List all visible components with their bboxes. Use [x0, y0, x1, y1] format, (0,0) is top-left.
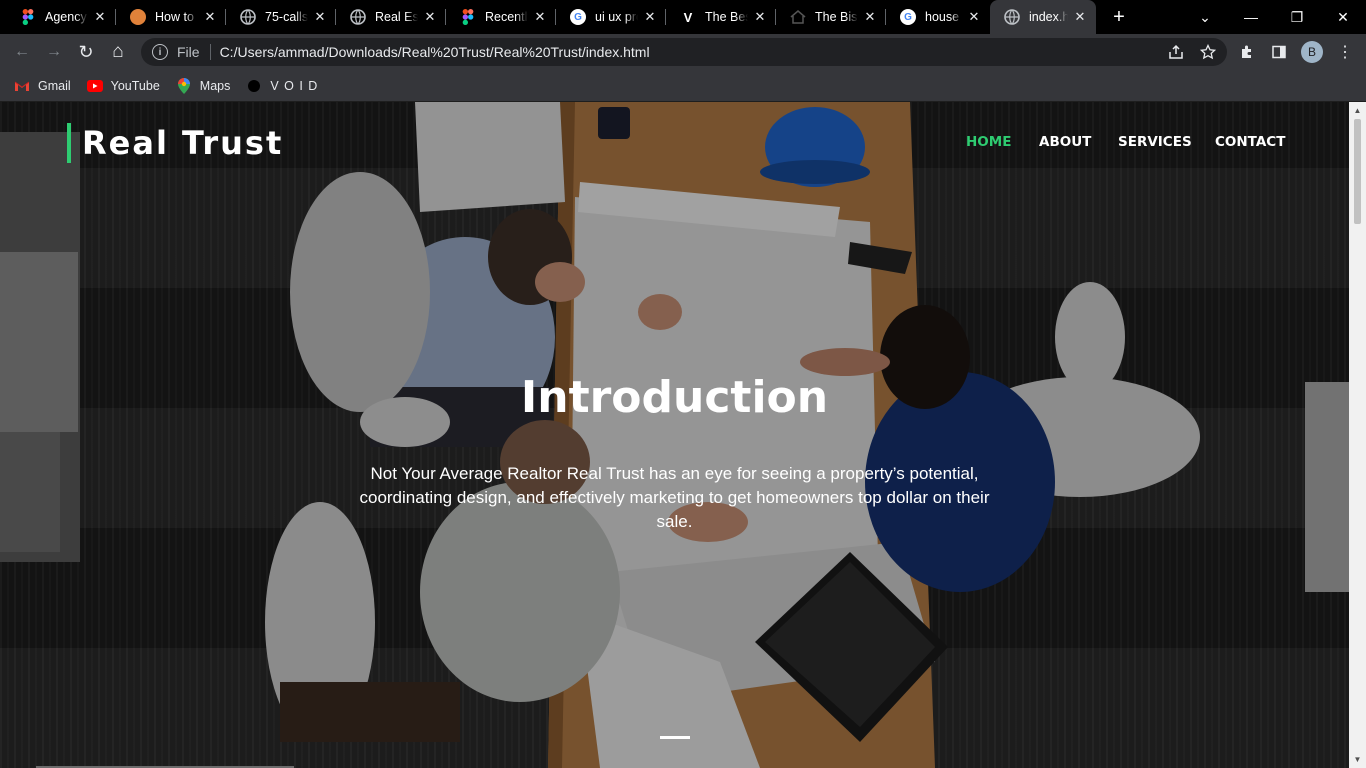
site-logo[interactable]: Real Trust	[67, 122, 283, 164]
hero-description: Not Your Average Realtor Real Trust has …	[359, 464, 990, 531]
globe-icon	[1004, 9, 1020, 25]
browser-tab[interactable]: Real Esta ✕	[336, 0, 446, 34]
dark-overlay	[0, 102, 1349, 768]
scroll-down-arrow-icon[interactable]: ▼	[1349, 751, 1366, 768]
browser-tab[interactable]: Recently ✕	[446, 0, 556, 34]
bookmark-label: Gmail	[38, 78, 71, 93]
forward-button[interactable]: →	[42, 40, 66, 64]
tab-title: The Best	[705, 10, 748, 24]
tab-title: ui ux pro	[595, 10, 638, 24]
browser-tab[interactable]: G ui ux pro ✕	[556, 0, 666, 34]
house-icon	[790, 9, 806, 25]
browser-tab[interactable]: V The Best ✕	[666, 0, 776, 34]
logo-text: Real Trust	[82, 124, 284, 162]
menu-dots-icon[interactable]: ⋮	[1333, 40, 1357, 64]
globe-icon	[350, 9, 366, 25]
page-scrollbar[interactable]: ▲ ▼	[1349, 102, 1366, 768]
figma-icon	[460, 9, 476, 25]
tab-close-icon[interactable]: ✕	[202, 9, 218, 25]
omnibox-divider	[209, 44, 211, 60]
figma-icon	[20, 9, 36, 25]
scheme-label: File	[177, 44, 200, 60]
bookmark-void[interactable]: V O I D	[246, 78, 318, 94]
globe-icon	[240, 9, 256, 25]
tab-strip: Agency V ✕ How to ✕ 75-calls- ✕ Real Est…	[0, 0, 1366, 34]
slider-indicator[interactable]	[660, 736, 690, 739]
tab-title: index.htr	[1029, 10, 1068, 24]
browser-tab[interactable]: How to ✕	[116, 0, 226, 34]
tab-search-button[interactable]: ⌄	[1182, 0, 1228, 34]
logo-accent-bar	[67, 123, 71, 163]
url-text[interactable]: C:/Users/ammad/Downloads/Real%20Trust/Re…	[220, 44, 650, 60]
nav-about[interactable]: ABOUT	[1039, 134, 1091, 150]
google-icon: G	[570, 9, 586, 25]
browser-tab[interactable]: Agency V ✕	[6, 0, 116, 34]
bookmark-maps[interactable]: Maps	[176, 77, 231, 94]
tab-close-icon[interactable]: ✕	[862, 9, 878, 25]
maximize-button[interactable]: ❐	[1274, 0, 1320, 34]
tab-close-icon[interactable]: ✕	[1072, 9, 1088, 25]
bookmark-youtube[interactable]: YouTube	[86, 78, 160, 94]
bookmark-label: YouTube	[110, 78, 160, 93]
browser-tab[interactable]: The Bish ✕	[776, 0, 886, 34]
back-button[interactable]: ←	[10, 40, 34, 64]
tab-title: house va	[925, 10, 962, 24]
browser-toolbar: ← → ↻ ⌂ i File C:/Users/ammad/Downloads/…	[0, 34, 1366, 70]
nav-home[interactable]: HOME	[966, 134, 1011, 150]
side-panel-icon[interactable]	[1267, 40, 1291, 64]
tab-title: Real Esta	[375, 10, 418, 24]
browser-tab[interactable]: 75-calls- ✕	[226, 0, 336, 34]
tab-close-icon[interactable]: ✕	[752, 9, 768, 25]
nav-services[interactable]: SERVICES	[1118, 134, 1192, 150]
void-icon	[246, 78, 262, 94]
bookmark-star-icon[interactable]	[1196, 40, 1220, 64]
bookmark-label: V O I D	[270, 78, 319, 93]
youtube-icon	[86, 78, 103, 94]
scroll-up-arrow-icon[interactable]: ▲	[1349, 102, 1366, 119]
tab-close-icon[interactable]: ✕	[92, 9, 108, 25]
bookmark-label: Maps	[199, 78, 231, 93]
v-icon: V	[683, 9, 693, 25]
home-button[interactable]: ⌂	[106, 40, 130, 64]
google-icon: G	[900, 9, 916, 25]
tab-close-icon[interactable]: ✕	[312, 9, 328, 25]
minimize-button[interactable]: —	[1228, 0, 1274, 34]
reload-button[interactable]: ↻	[74, 40, 98, 64]
tab-title: Agency V	[45, 10, 88, 24]
browser-tab-active[interactable]: index.htr ✕	[990, 0, 1096, 34]
gmail-icon	[14, 78, 30, 94]
maps-icon	[176, 77, 192, 94]
tab-title: 75-calls-	[265, 10, 308, 24]
share-icon[interactable]	[1164, 40, 1188, 64]
owl-icon	[130, 9, 146, 25]
tab-close-icon[interactable]: ✕	[642, 9, 658, 25]
scrollbar-thumb[interactable]	[1354, 119, 1361, 224]
profile-avatar[interactable]: B	[1301, 41, 1323, 63]
tab-close-icon[interactable]: ✕	[966, 9, 982, 25]
page-viewport: Real Trust HOME ABOUT SERVICES CONTACT I…	[0, 102, 1349, 768]
nav-contact[interactable]: CONTACT	[1215, 134, 1285, 150]
address-bar[interactable]: i File C:/Users/ammad/Downloads/Real%20T…	[141, 38, 1227, 66]
extensions-icon[interactable]	[1235, 40, 1259, 64]
tab-title: How to	[155, 10, 194, 24]
tab-close-icon[interactable]: ✕	[422, 9, 438, 25]
bookmarks-bar: Gmail YouTube Maps V O I D	[0, 70, 1366, 102]
info-icon[interactable]: i	[152, 44, 168, 60]
browser-tab[interactable]: G house va ✕	[886, 0, 990, 34]
hero-background-image	[0, 102, 1349, 768]
tab-close-icon[interactable]: ✕	[532, 9, 548, 25]
tab-title: Recently	[485, 10, 528, 24]
hero-title: Introduction	[520, 372, 829, 423]
bookmark-gmail[interactable]: Gmail	[14, 78, 71, 94]
tab-title: The Bish	[815, 10, 858, 24]
close-window-button[interactable]: ✕	[1320, 0, 1366, 34]
new-tab-button[interactable]: +	[1108, 6, 1130, 28]
